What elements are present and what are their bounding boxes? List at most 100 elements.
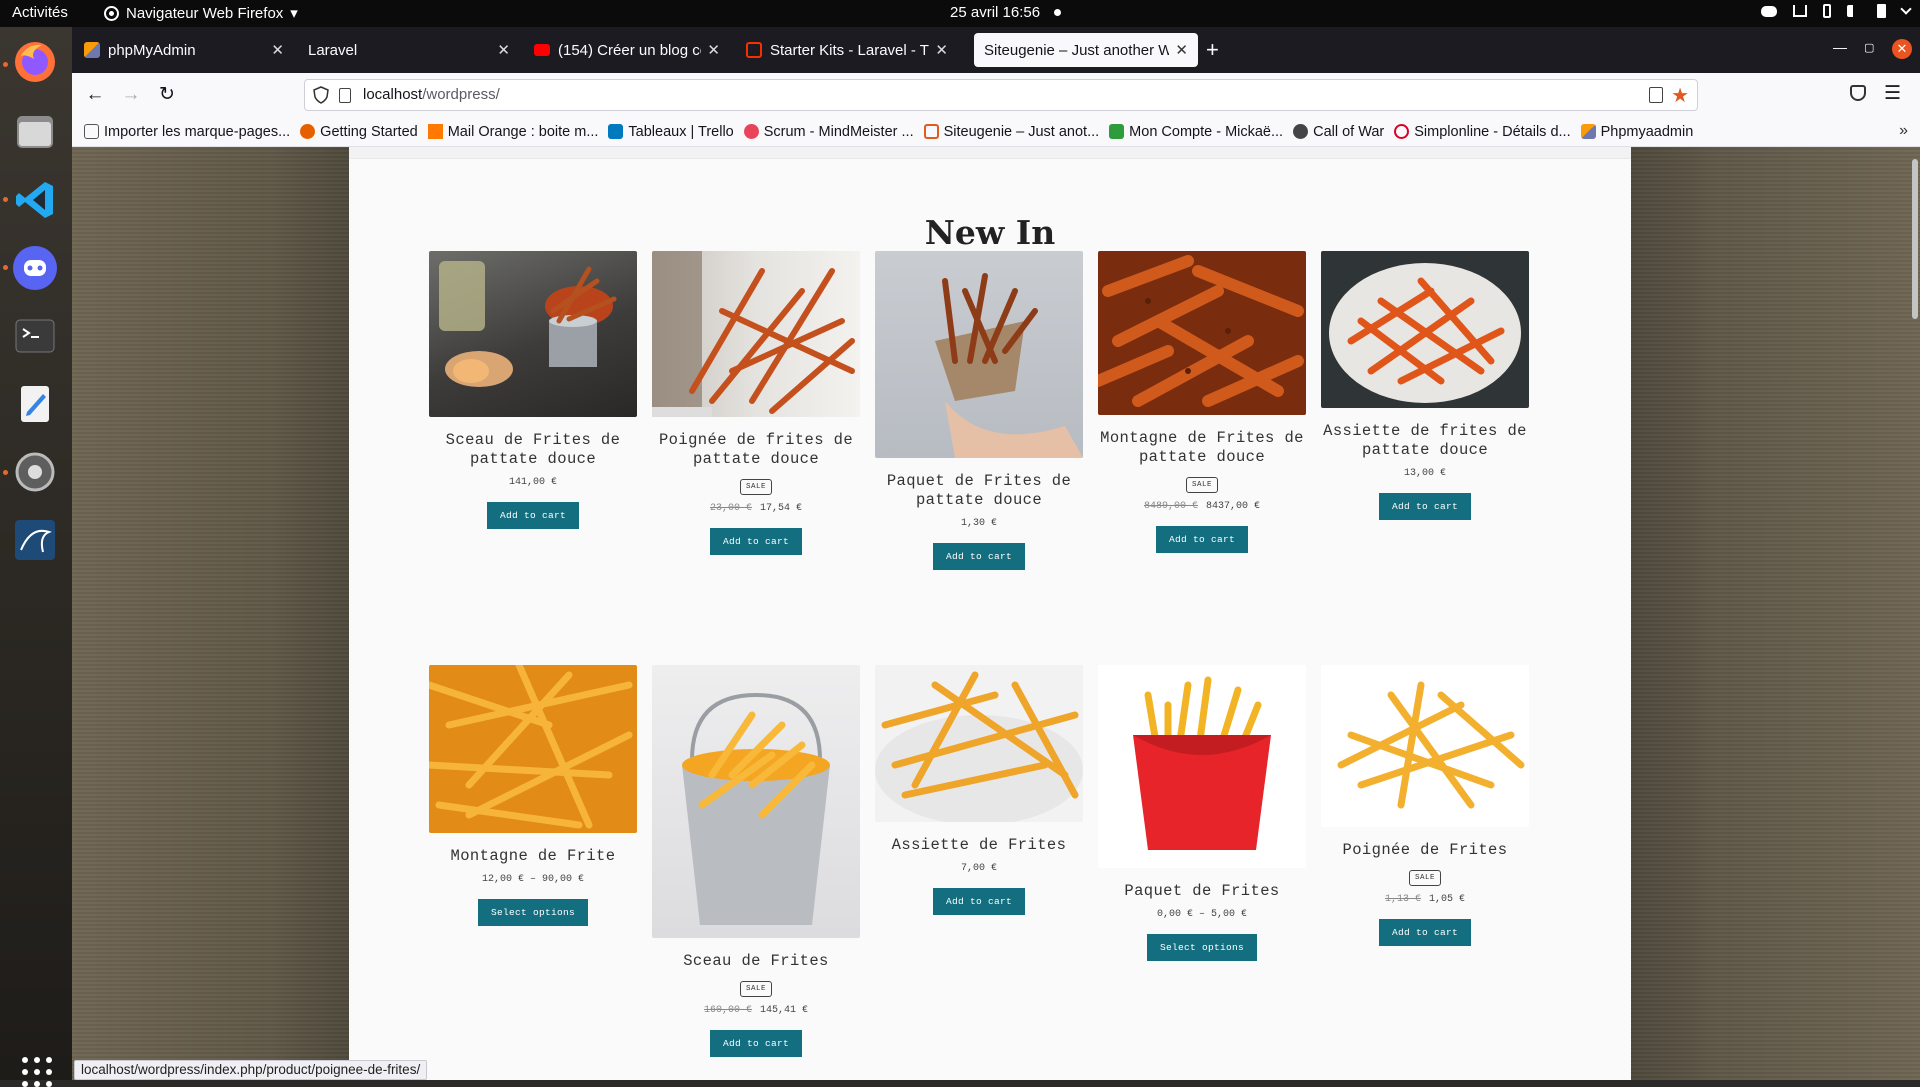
tab-siteugenie[interactable]: Siteugenie – Just another W ✕ xyxy=(974,33,1198,67)
activities-button[interactable]: Activités xyxy=(12,4,68,21)
clock[interactable]: 25 avril 16:56 xyxy=(950,4,1062,21)
product-price: 1,30 € xyxy=(875,518,1083,529)
bookmark-item[interactable]: Call of War xyxy=(1293,124,1384,140)
bookmark-item[interactable]: Phpmyaadmin xyxy=(1580,124,1693,140)
product-image[interactable] xyxy=(652,251,860,417)
window-close-button[interactable]: ✕ xyxy=(1892,39,1912,59)
bookmark-item[interactable]: Siteugenie – Just anot... xyxy=(923,124,1099,140)
url-text[interactable]: localhost/wordpress/ xyxy=(363,86,500,103)
maximize-button[interactable]: ▢ xyxy=(1864,41,1874,54)
battery-icon[interactable] xyxy=(1877,4,1886,18)
price-old: 160,00 € xyxy=(703,1005,752,1016)
tab-youtube[interactable]: (154) Créer un blog comp ✕ xyxy=(524,33,730,67)
add-to-cart-button[interactable]: Add to cart xyxy=(709,528,802,555)
sale-badge: SALE xyxy=(1408,870,1441,886)
product-name[interactable]: Sceau de Frites de pattate douce xyxy=(429,431,637,469)
price-old: 8489,00 € xyxy=(1143,501,1198,512)
add-to-cart-button[interactable]: Add to cart xyxy=(932,888,1025,915)
vscode-dock-icon[interactable] xyxy=(10,175,60,225)
url-host: localhost xyxy=(363,86,423,103)
discord-tray-icon[interactable] xyxy=(1761,5,1777,17)
bookmark-item[interactable]: Tableaux | Trello xyxy=(608,124,734,140)
dock xyxy=(0,27,72,1087)
add-to-cart-button[interactable]: Add to cart xyxy=(1155,526,1248,553)
product-card: Sceau de Frites de pattate douce 141,00 … xyxy=(429,251,637,529)
product-image[interactable] xyxy=(875,251,1083,458)
reader-view-icon[interactable] xyxy=(1649,87,1663,103)
product-image[interactable] xyxy=(652,665,860,938)
reload-button[interactable]: ↻ xyxy=(154,82,180,108)
close-icon[interactable]: ✕ xyxy=(1175,41,1188,59)
product-image[interactable] xyxy=(1321,665,1529,827)
product-image[interactable] xyxy=(1098,665,1306,868)
bookmark-item[interactable]: Scrum - MindMeister ... xyxy=(743,124,914,140)
new-tab-button[interactable]: + xyxy=(1206,37,1219,63)
product-name[interactable]: Poignée de Frites xyxy=(1321,841,1529,860)
product-price: 12,00 € – 90,00 € xyxy=(429,874,637,885)
files-dock-icon[interactable] xyxy=(10,107,60,157)
volume-icon[interactable] xyxy=(1847,5,1861,17)
close-icon[interactable]: ✕ xyxy=(935,41,948,59)
text-editor-dock-icon[interactable] xyxy=(10,379,60,429)
system-tray[interactable] xyxy=(1761,3,1912,18)
bookmark-item[interactable]: Importer les marque-pages... xyxy=(84,124,290,140)
close-icon[interactable]: ✕ xyxy=(707,41,720,59)
add-to-cart-button[interactable]: Add to cart xyxy=(1378,493,1471,520)
add-to-cart-button[interactable]: Add to cart xyxy=(709,1030,802,1057)
product-price: 8489,00 € 8437,00 € xyxy=(1098,501,1306,512)
page-info-icon[interactable] xyxy=(339,88,351,103)
product-image[interactable] xyxy=(1321,251,1529,408)
product-image[interactable] xyxy=(429,251,637,417)
tab-laravel[interactable]: Laravel ✕ xyxy=(298,33,520,67)
account-icon xyxy=(1109,124,1125,139)
product-card: Assiette de Frites 7,00 € Add to cart xyxy=(875,665,1083,915)
chevron-down-icon[interactable] xyxy=(1900,3,1912,15)
product-name[interactable]: Montagne de Frite xyxy=(429,847,637,866)
product-name[interactable]: Assiette de frites de pattate douce xyxy=(1321,422,1529,460)
terminal-dock-icon[interactable] xyxy=(10,311,60,361)
product-name[interactable]: Assiette de Frites xyxy=(875,836,1083,855)
bookmark-star-icon[interactable]: ★ xyxy=(1671,83,1689,108)
product-image[interactable] xyxy=(429,665,637,833)
back-button[interactable]: ← xyxy=(82,82,108,108)
select-options-button[interactable]: Select options xyxy=(1146,934,1257,961)
mysql-workbench-dock-icon[interactable] xyxy=(10,515,60,565)
pocket-icon[interactable] xyxy=(1850,85,1866,101)
product-image[interactable] xyxy=(875,665,1083,822)
product-card: Montagne de Frites de pattate douce SALE… xyxy=(1098,251,1306,553)
forward-button[interactable]: → xyxy=(118,82,144,108)
close-icon[interactable]: ✕ xyxy=(271,41,284,59)
bookmark-item[interactable]: Getting Started xyxy=(300,124,418,140)
product-name[interactable]: Poignée de frites de pattate douce xyxy=(652,431,860,469)
settings-dock-icon[interactable] xyxy=(10,447,60,497)
shield-icon[interactable] xyxy=(313,86,329,104)
tab-strip: phpMyAdmin ✕ Laravel ✕ (154) Créer un bl… xyxy=(72,27,1920,73)
select-options-button[interactable]: Select options xyxy=(477,899,588,926)
chevron-right-icon[interactable]: » xyxy=(1899,122,1908,140)
show-applications-icon[interactable] xyxy=(22,1057,52,1087)
add-to-cart-button[interactable]: Add to cart xyxy=(1378,919,1471,946)
product-name[interactable]: Montagne de Frites de pattate douce xyxy=(1098,429,1306,467)
tab-phpmyadmin[interactable]: phpMyAdmin ✕ xyxy=(74,33,294,67)
discord-dock-icon[interactable] xyxy=(10,243,60,293)
product-name[interactable]: Paquet de Frites de pattate douce xyxy=(875,472,1083,510)
url-bar[interactable]: localhost/wordpress/ ★ xyxy=(304,79,1698,111)
firefox-dock-icon[interactable] xyxy=(10,37,60,87)
product-name[interactable]: Paquet de Frites xyxy=(1098,882,1306,901)
sale-badge: SALE xyxy=(739,981,772,997)
app-menu[interactable]: Navigateur Web Firefox ▾ xyxy=(104,4,298,22)
bookmark-item[interactable]: Mail Orange : boite m... xyxy=(427,124,598,140)
minimize-button[interactable]: — xyxy=(1833,39,1847,55)
add-to-cart-button[interactable]: Add to cart xyxy=(486,502,579,529)
page-scrollbar[interactable] xyxy=(1912,159,1918,319)
bluetooth-icon[interactable] xyxy=(1823,4,1831,18)
bookmark-item[interactable]: Simplonline - Détails d... xyxy=(1394,124,1571,140)
close-icon[interactable]: ✕ xyxy=(497,41,510,59)
bookmark-item[interactable]: Mon Compte - Mickaë... xyxy=(1109,124,1283,140)
product-image[interactable] xyxy=(1098,251,1306,415)
tab-laravel-starter-kits[interactable]: Starter Kits - Laravel - The ✕ xyxy=(736,33,958,67)
network-icon[interactable] xyxy=(1793,5,1807,17)
add-to-cart-button[interactable]: Add to cart xyxy=(932,543,1025,570)
product-name[interactable]: Sceau de Frites xyxy=(652,952,860,971)
hamburger-menu-icon[interactable]: ☰ xyxy=(1884,82,1901,105)
